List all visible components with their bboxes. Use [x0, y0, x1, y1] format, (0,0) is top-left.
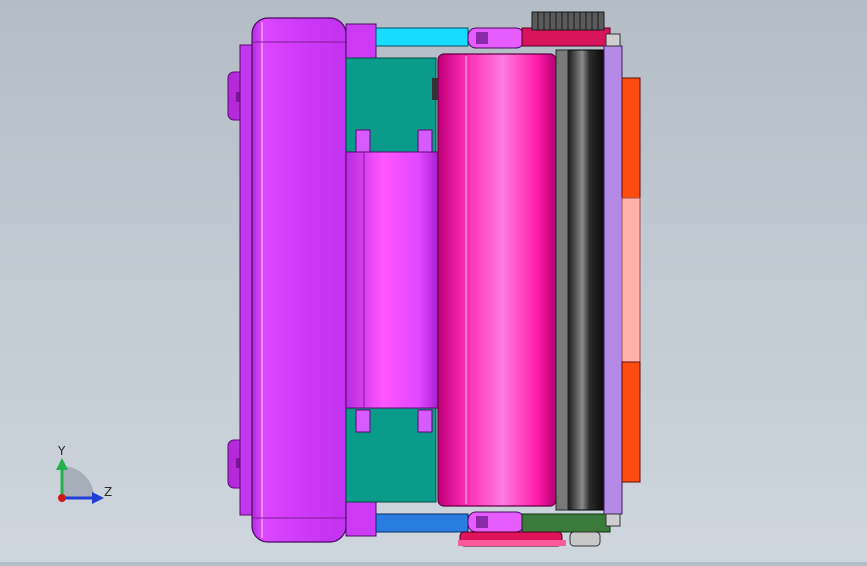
main-housing — [251, 17, 347, 543]
cad-viewport[interactable]: Y Z — [0, 0, 867, 562]
triad-y-label: Y — [57, 444, 66, 458]
black-roller — [555, 49, 605, 511]
bottom-fittings — [458, 531, 601, 547]
triad-z-label: Z — [104, 485, 112, 499]
top-pink-plate — [521, 27, 611, 47]
right-clip-bottom — [605, 513, 621, 527]
gear-top — [531, 11, 605, 31]
teal-panel-top — [345, 57, 437, 155]
blue-bar-bottom — [375, 513, 469, 533]
bottom-green-plate — [521, 513, 611, 533]
bearing-top — [467, 27, 525, 49]
central-cylinder — [345, 151, 439, 409]
orientation-triad: Y Z — [56, 444, 112, 504]
cad-model-canvas[interactable]: Y Z — [0, 0, 867, 562]
teal-panel-bottom — [345, 407, 437, 503]
cyan-bar-top — [375, 27, 469, 47]
bearing-bottom — [467, 511, 525, 533]
lower-neck — [345, 499, 377, 537]
far-right-panel — [621, 77, 641, 483]
right-clip-top — [605, 33, 621, 47]
main-roller — [432, 53, 557, 507]
upper-neck — [345, 23, 377, 61]
right-plate — [603, 45, 623, 515]
